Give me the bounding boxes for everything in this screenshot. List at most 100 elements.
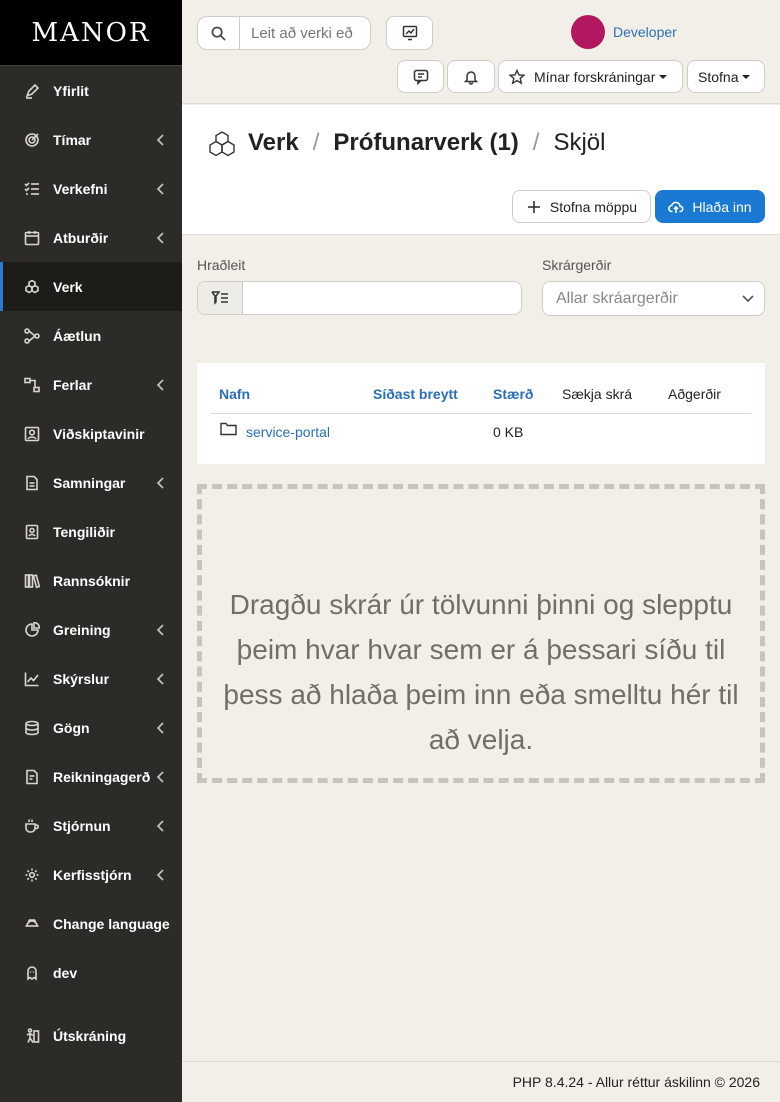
presentation-icon [402,25,417,41]
file-types-placeholder: Allar skráargerðir [556,289,678,307]
presentation-button[interactable] [386,16,433,50]
quick-search-input[interactable] [243,282,521,314]
sidebar-item-kerfisstjórn[interactable]: Kerfisstjórn [0,850,182,899]
chevron-left-icon [156,868,164,881]
sidebar-item-samningar[interactable]: Samningar [0,458,182,507]
column-header-actions: Aðgerðir [668,386,721,402]
create-folder-label: Stofna möppu [549,198,638,215]
sidebar-item-verk[interactable]: Verk [0,262,182,311]
sidebar-item-label: Verkefni [53,180,108,197]
sidebar-item-label: Yfirlit [53,82,89,99]
sidebar-item-greining[interactable]: Greining [0,605,182,654]
chevron-left-icon [156,623,164,636]
sidebar-item-yfirlit[interactable]: Yfirlit [0,66,182,115]
sidebar-item-label: Change language [53,915,170,932]
sidebar-item-tengiliðir[interactable]: Tengiliðir [0,507,182,556]
messages-button[interactable] [397,60,444,93]
sidebar-item-label: Áætlun [53,327,102,344]
breadcrumb-root[interactable]: Verk [248,129,299,157]
upload-dropzone[interactable]: Dragðu skrár úr tölvunni þinni og sleppt… [197,484,765,783]
sidebar-item-change-language[interactable]: Change language [0,899,182,948]
breadcrumb-project[interactable]: Prófunarverk (1) [333,129,518,157]
breadcrumb-separator: / [312,129,320,156]
sidebar-item-label: Skýrslur [53,670,110,687]
sidebar-item-label: Viðskiptavinir [53,425,145,442]
ghost-icon [24,965,40,981]
sidebar-item-label: Kerfisstjórn [53,866,132,883]
sidebar-item-atburðir[interactable]: Atburðir [0,213,182,262]
sidebar-item-label: Útskráning [53,1027,127,1044]
sidebar-item-stjórnun[interactable]: Stjórnun [0,801,182,850]
filter-toggle-button[interactable] [198,282,243,314]
table-divider [210,413,751,414]
chevron-left-icon [156,770,164,783]
database-icon [24,720,40,736]
user-name[interactable]: Developer [613,24,677,40]
cloud-upload-icon [668,201,684,213]
topbar: Developer Mínar forskráningar Stofna [182,0,780,104]
network-icon [24,327,40,344]
create-dropdown[interactable]: Stofna [687,60,765,93]
message-icon [413,69,428,85]
column-header-name[interactable]: Nafn [219,386,250,402]
file-name-link[interactable]: service-portal [246,424,330,440]
files-table: Nafn Síðast breytt Stærð Sækja skrá Aðge… [197,363,765,464]
column-header-download: Sækja skrá [562,386,633,402]
logout-icon [24,1027,40,1044]
sidebar-item-áætlun[interactable]: Áætlun [0,311,182,360]
column-header-modified[interactable]: Síðast breytt [373,386,458,402]
sidebar-item-label: Tímar [53,131,92,148]
search-button[interactable] [198,17,240,49]
sidebar-item-reikningagerð[interactable]: Reikningagerð [0,752,182,801]
chevron-left-icon [156,133,164,146]
sidebar-item-ferlar[interactable]: Ferlar [0,360,182,409]
search-input[interactable] [240,17,370,49]
sidebar-item-viðskiptavinir[interactable]: Viðskiptavinir [0,409,182,458]
sidebar-item-gögn[interactable]: Gögn [0,703,182,752]
pen-icon [24,83,40,99]
chevron-left-icon [156,672,164,685]
quick-search-label: Hraðleit [197,257,246,273]
chevron-left-icon [156,182,164,195]
chevron-left-icon [156,819,164,832]
sidebar-item-verkefni[interactable]: Verkefni [0,164,182,213]
upload-button[interactable]: Hlaða inn [655,190,765,223]
gear-icon [24,867,40,883]
calendar-icon [24,230,40,246]
sidebar-item-label: Ferlar [53,376,92,393]
sidebar-item-skýrslur[interactable]: Skýrslur [0,654,182,703]
column-header-size[interactable]: Stærð [493,386,533,402]
pie-chart-icon [24,621,40,638]
sidebar-item-label: Atburðir [53,229,109,246]
create-folder-button[interactable]: Stofna möppu [512,190,651,223]
sidebar-item-label: Gögn [53,719,90,736]
avatar[interactable] [571,15,605,49]
boxes-icon [209,131,235,157]
contact-icon [24,524,40,540]
sidebar-item-tímar[interactable]: Tímar [0,115,182,164]
sidebar-item-label: Stjórnun [53,817,111,834]
sidebar-item-dev[interactable]: dev [0,948,182,997]
page-header: Verk / Prófunarverk (1) / Skjöl Stofna m… [182,105,780,235]
project-search [197,16,371,50]
user-card-icon [24,426,40,442]
bell-icon [463,70,479,85]
star-icon [509,68,525,85]
boxes-icon [24,279,40,295]
line-chart-icon [24,671,40,687]
footer: PHP 8.4.24 - Allur réttur áskilinn © 202… [182,1061,780,1102]
brand-logo[interactable]: MANOR [0,0,182,66]
sidebar-item-label: Verk [53,278,83,295]
sidebar-item-útskráning[interactable]: Útskráning [0,1011,182,1060]
bookmarks-dropdown[interactable]: Mínar forskráningar [498,60,683,93]
sidebar-item-label: Tengiliðir [53,523,115,540]
sidebar: MANOR Yfirlit Tímar Verkefni Atburðir Verk Áæ… [0,0,182,1102]
chevron-left-icon [156,231,164,244]
sidebar-item-rannsóknir[interactable]: Rannsóknir [0,556,182,605]
sidebar-item-label: Reikningagerð [53,768,151,785]
quick-search [197,281,522,315]
notifications-button[interactable] [447,60,495,93]
globe-icon [24,916,40,932]
file-types-select[interactable]: Allar skráargerðir [542,281,765,316]
upload-label: Hlaða inn [692,198,752,215]
